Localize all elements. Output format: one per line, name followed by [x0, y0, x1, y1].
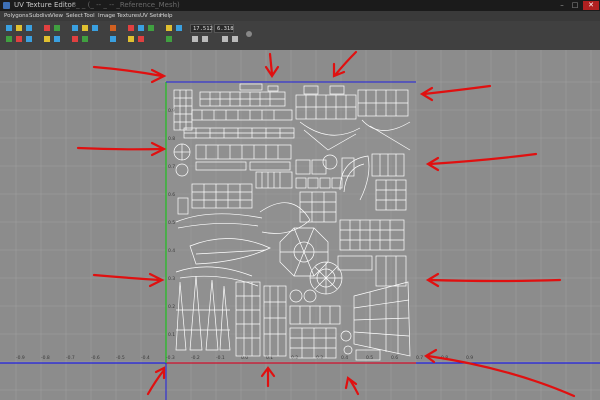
copy-icon[interactable]	[192, 36, 198, 42]
u-axis-tick-label: 0.6	[391, 355, 398, 361]
red-arrow-icon	[260, 366, 276, 388]
menu-view[interactable]: View	[50, 11, 63, 21]
menu-bar: Polygons Subdivs View Select Tool Image …	[0, 11, 600, 21]
snapshot-icon[interactable]	[138, 25, 144, 31]
u-axis-tick-label: -0.9	[16, 355, 25, 361]
u-axis-tick-label: -0.5	[116, 355, 125, 361]
select-uv-tool-icon[interactable]	[6, 25, 12, 31]
red-arrow-icon	[424, 348, 576, 398]
texture-borders-icon[interactable]	[128, 36, 134, 42]
menu-help[interactable]: Help	[160, 11, 173, 21]
normalize-icon[interactable]	[110, 36, 116, 42]
unfold-icon[interactable]	[16, 36, 22, 42]
v-axis-tick-label: 0.3	[168, 276, 175, 282]
u-axis-tick-label: -0.3	[166, 355, 175, 361]
paste-icon[interactable]	[202, 36, 208, 42]
dim-image-icon[interactable]	[166, 25, 172, 31]
u-axis-tick-label: -0.6	[91, 355, 100, 361]
relax-icon[interactable]	[26, 36, 32, 42]
red-arrow-icon	[425, 152, 538, 172]
close-button[interactable]: ✕	[583, 1, 599, 10]
uv-canvas: 0.9 0.8 0.7 0.6 0.5 0.4 0.3 0.2 0.1 -0.9 -0.8 -0.7…	[0, 50, 600, 400]
display-grid-icon[interactable]	[176, 25, 182, 31]
u-axis-tick-label: -0.7	[66, 355, 75, 361]
v-axis-tick-label: 0.1	[168, 332, 175, 338]
u-axis-tick-label: 0.4	[341, 355, 348, 361]
red-arrow-icon	[264, 52, 280, 78]
smooth-uv-icon[interactable]	[6, 36, 12, 42]
app-icon	[3, 2, 10, 9]
isolate-icon[interactable]	[148, 25, 154, 31]
cut-uv-icon[interactable]	[72, 25, 78, 31]
u-axis-tick-label: 0.9	[466, 355, 473, 361]
menu-polygons[interactable]: Polygons	[4, 11, 28, 21]
menu-image[interactable]: Image	[98, 11, 115, 21]
u-axis-tick-label: -0.1	[216, 355, 225, 361]
uv-shell-wheel	[309, 261, 343, 295]
uv-tile-0-1	[166, 82, 416, 362]
move-sew-icon[interactable]	[92, 25, 98, 31]
v-axis-tick-label: 0.2	[168, 304, 175, 310]
paste-u-icon[interactable]	[222, 36, 228, 42]
grid-uv-icon[interactable]	[128, 25, 134, 31]
red-arrow-icon	[92, 272, 165, 288]
menu-subdivs[interactable]: Subdivs	[29, 11, 51, 21]
move-uv-tool-icon[interactable]	[16, 25, 22, 31]
paste-v-icon[interactable]	[232, 36, 238, 42]
u-value-field[interactable]: 17.512	[190, 24, 213, 33]
uv-viewport[interactable]: 0.9 0.8 0.7 0.6 0.5 0.4 0.3 0.2 0.1 -0.9 -0.8 -0.7…	[0, 50, 600, 400]
border-select-icon[interactable]	[82, 36, 88, 42]
window-subtitle: _ 3_ _ (_ -- _ -- _Reference_Mesh)	[66, 1, 180, 9]
align-u-icon[interactable]	[44, 36, 50, 42]
toolbar: 17.512 6.318	[0, 21, 600, 51]
red-arrow-icon	[344, 376, 360, 396]
minimize-button[interactable]: –	[556, 1, 568, 10]
red-arrow-icon	[419, 84, 492, 102]
flip-u-icon[interactable]	[44, 25, 50, 31]
shell-select-icon[interactable]	[72, 36, 78, 42]
u-axis-tick-label: -0.4	[141, 355, 150, 361]
shaded-uv-icon[interactable]	[138, 36, 144, 42]
menu-select[interactable]: Select	[66, 11, 83, 21]
menu-textures[interactable]: Textures	[117, 11, 140, 21]
red-arrow-icon	[425, 272, 562, 288]
u-axis-tick-label: -0.8	[41, 355, 50, 361]
title-bar: UV Texture Editor _ 3_ _ (_ -- _ -- _Ref…	[0, 0, 600, 11]
v-axis-tick-label: 0.4	[168, 248, 175, 254]
v-axis-tick-label: 0.7	[168, 164, 175, 170]
v-value-field[interactable]: 6.318	[214, 24, 234, 33]
layout-icon[interactable]	[110, 25, 116, 31]
cycle-uv-icon[interactable]	[246, 31, 252, 37]
red-arrow-icon	[332, 50, 358, 78]
v-axis-tick-label: 0.8	[168, 136, 175, 142]
uv-texture-editor-window: UV Texture Editor _ 3_ _ (_ -- _ -- _Ref…	[0, 0, 600, 400]
v-axis-tick-label: 0.6	[168, 192, 175, 198]
flip-v-icon[interactable]	[54, 25, 60, 31]
menu-uv-sets[interactable]: UV Sets	[140, 11, 161, 21]
checker-icon[interactable]	[166, 36, 172, 42]
u-axis-tick-label: 0.7	[416, 355, 423, 361]
menu-tool[interactable]: Tool	[84, 11, 95, 21]
align-v-icon[interactable]	[54, 36, 60, 42]
v-axis-tick-label: 0.5	[168, 220, 175, 226]
red-arrow-icon	[92, 65, 167, 84]
u-axis-tick-label: -0.2	[191, 355, 200, 361]
sew-uv-icon[interactable]	[82, 25, 88, 31]
maximize-button[interactable]: □	[569, 1, 581, 10]
rotate-uv-tool-icon[interactable]	[26, 25, 32, 31]
